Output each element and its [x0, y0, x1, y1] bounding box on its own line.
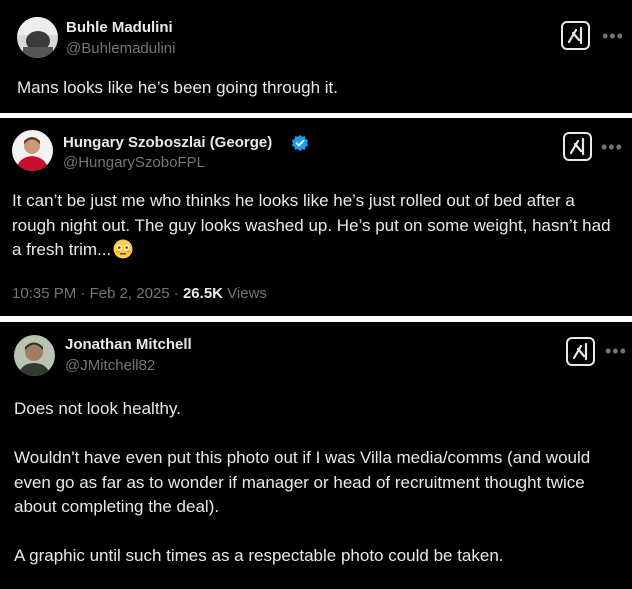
- tweet-card[interactable]: Buhle Madulini @Buhlemadulini ••• Mans l…: [0, 0, 632, 113]
- user-handle[interactable]: @Buhlemadulini: [66, 40, 175, 57]
- tweet-card[interactable]: Jonathan Mitchell @JMitchell82 ••• Does …: [0, 322, 632, 589]
- verified-badge-icon: [291, 134, 309, 152]
- more-options-icon[interactable]: •••: [601, 138, 623, 156]
- grok-icon[interactable]: [566, 337, 595, 366]
- meta-separator: ·: [80, 285, 86, 302]
- tweet-text-body: It can’t be just me who thinks he looks …: [12, 191, 611, 259]
- avatar[interactable]: [14, 335, 55, 376]
- avatar[interactable]: [17, 17, 58, 58]
- grok-icon[interactable]: [561, 21, 590, 50]
- tweet-card[interactable]: Hungary Szoboszlai (George) @HungarySzob…: [0, 118, 632, 316]
- tweet-text: Mans looks like he’s been going through …: [17, 78, 338, 97]
- grok-icon[interactable]: [563, 132, 592, 161]
- views-count: 26.5K: [182, 285, 223, 302]
- flushed-face-emoji-icon: [113, 239, 133, 259]
- tweet-text: It can’t be just me who thinks he looks …: [12, 189, 612, 263]
- meta-separator: ·: [173, 285, 179, 302]
- tweet-time[interactable]: 10:35 PM: [12, 285, 76, 302]
- views-label: Views: [227, 285, 267, 302]
- display-name[interactable]: Jonathan Mitchell: [65, 336, 192, 353]
- display-name[interactable]: Hungary Szoboszlai (George): [63, 134, 272, 151]
- more-options-icon[interactable]: •••: [602, 27, 624, 45]
- tweet-meta: 10:35 PM · Feb 2, 2025 · 26.5K Views: [12, 285, 267, 302]
- avatar[interactable]: [12, 130, 53, 171]
- more-options-icon[interactable]: •••: [605, 342, 627, 360]
- display-name[interactable]: Buhle Madulini: [66, 19, 173, 36]
- user-handle[interactable]: @JMitchell82: [65, 357, 155, 374]
- tweet-text: Does not look healthy. Wouldn't have eve…: [14, 399, 591, 565]
- tweet-date[interactable]: Feb 2, 2025: [90, 285, 170, 302]
- user-handle[interactable]: @HungarySzoboFPL: [63, 154, 205, 171]
